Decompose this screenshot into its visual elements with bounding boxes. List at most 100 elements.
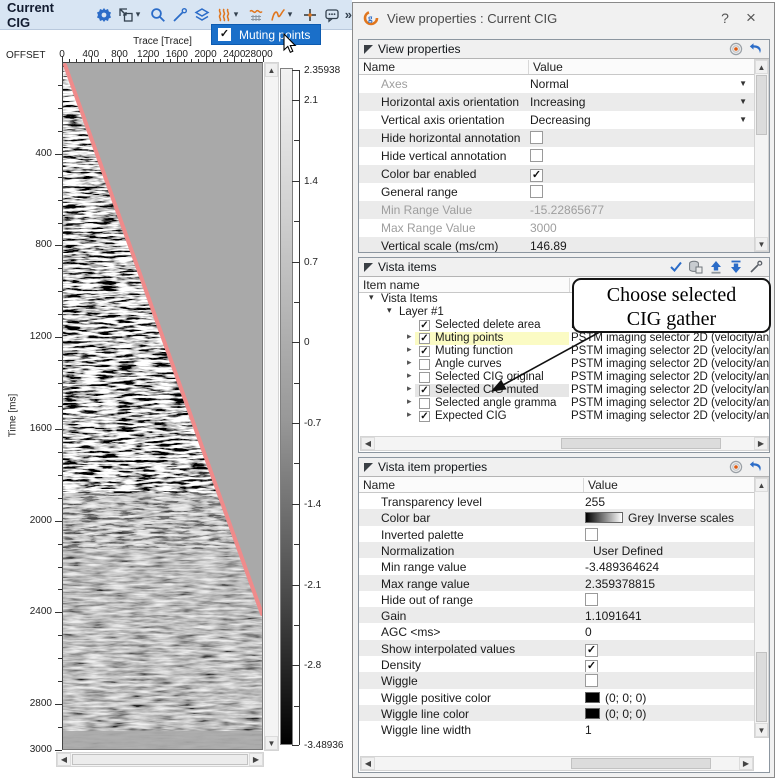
expander-closed-icon[interactable]: ▸ bbox=[407, 396, 412, 407]
crosshair-icon[interactable] bbox=[301, 6, 319, 24]
property-value[interactable]: 255 bbox=[585, 495, 605, 509]
property-value[interactable]: 1.1091641 bbox=[585, 609, 642, 623]
value-checkbox[interactable] bbox=[530, 131, 543, 144]
plot-vertical-scrollbar[interactable]: ▲ ▼ bbox=[264, 62, 279, 751]
item-checkbox[interactable] bbox=[419, 359, 430, 370]
dropdown-caret-icon[interactable]: ▼ bbox=[739, 115, 747, 124]
move-up-icon[interactable] bbox=[707, 259, 724, 275]
property-value[interactable]: 146.89 bbox=[530, 239, 567, 252]
curve-icon[interactable] bbox=[269, 6, 287, 24]
expander-closed-icon[interactable]: ▸ bbox=[407, 344, 412, 355]
property-value[interactable]: Grey Inverse scales bbox=[585, 511, 734, 525]
expander-closed-icon[interactable]: ▸ bbox=[407, 370, 412, 381]
tree-horizontal-scrollbar[interactable]: ◀ ▶ bbox=[360, 436, 769, 451]
property-value[interactable]: Decreasing bbox=[530, 113, 591, 127]
tree-row[interactable]: ▸✓Muting functionPSTM imaging selector 2… bbox=[359, 345, 769, 358]
caret-icon[interactable]: ▾ bbox=[288, 9, 298, 20]
property-value[interactable]: User Defined bbox=[593, 544, 663, 558]
scroll-left-button[interactable]: ◀ bbox=[361, 757, 375, 770]
scroll-right-button[interactable]: ▶ bbox=[739, 757, 753, 770]
plot-horizontal-scrollbar[interactable]: ◀ ▶ bbox=[56, 752, 264, 767]
expander-open-icon[interactable]: ▾ bbox=[369, 293, 374, 303]
colorbar-swatch[interactable] bbox=[585, 512, 623, 523]
property-value[interactable]: ✓ bbox=[585, 658, 598, 673]
value-checkbox[interactable] bbox=[585, 593, 598, 606]
expander-closed-icon[interactable]: ▸ bbox=[407, 383, 412, 394]
target-icon[interactable] bbox=[727, 459, 744, 475]
scroll-right-button[interactable]: ▶ bbox=[249, 753, 263, 766]
scroll-down-button[interactable]: ▼ bbox=[755, 237, 768, 251]
expander-closed-icon[interactable]: ▸ bbox=[407, 331, 412, 342]
value-checkbox[interactable] bbox=[530, 185, 543, 198]
scroll-thumb[interactable] bbox=[72, 754, 248, 765]
expander-closed-icon[interactable]: ▸ bbox=[407, 357, 412, 368]
property-value[interactable]: 0 bbox=[585, 625, 592, 639]
property-value[interactable] bbox=[530, 131, 543, 147]
item-checkbox[interactable]: ✓ bbox=[419, 385, 430, 396]
value-checkbox[interactable] bbox=[585, 528, 598, 541]
color-swatch[interactable] bbox=[585, 692, 600, 703]
scroll-thumb[interactable] bbox=[561, 438, 721, 449]
property-value[interactable] bbox=[530, 185, 543, 201]
move-down-icon[interactable] bbox=[727, 259, 744, 275]
scroll-thumb[interactable] bbox=[756, 75, 767, 135]
mute-waves-icon[interactable] bbox=[215, 6, 233, 24]
scroll-left-button[interactable]: ◀ bbox=[361, 437, 375, 450]
tree-row[interactable]: ▸Selected CIG originalPSTM imaging selec… bbox=[359, 371, 769, 384]
muting-points-checkbox[interactable]: ✓ bbox=[218, 28, 231, 41]
undo-icon[interactable] bbox=[747, 459, 764, 475]
database-icon[interactable] bbox=[687, 259, 704, 275]
comment-icon[interactable] bbox=[323, 6, 341, 24]
value-checkbox[interactable]: ✓ bbox=[585, 644, 598, 657]
value-checkbox[interactable]: ✓ bbox=[530, 169, 543, 182]
property-value[interactable]: ✓ bbox=[585, 642, 598, 657]
item-checkbox[interactable] bbox=[419, 398, 430, 409]
scroll-down-button[interactable]: ▼ bbox=[265, 736, 278, 750]
seismic-image[interactable] bbox=[62, 62, 263, 750]
close-button[interactable]: × bbox=[738, 8, 764, 28]
caret-icon[interactable]: ▾ bbox=[234, 9, 244, 20]
undo-icon[interactable] bbox=[747, 41, 764, 57]
vista-items-header[interactable]: Vista items bbox=[359, 258, 769, 277]
property-value[interactable] bbox=[530, 149, 543, 165]
scroll-thumb[interactable] bbox=[756, 652, 767, 722]
property-value[interactable]: (0; 0; 0) bbox=[585, 691, 646, 705]
item-checkbox[interactable]: ✓ bbox=[419, 320, 430, 331]
dropdown-caret-icon[interactable]: ▼ bbox=[739, 97, 747, 106]
target-icon[interactable] bbox=[727, 41, 744, 57]
property-value[interactable]: -3.489364624 bbox=[585, 560, 659, 574]
expander-closed-icon[interactable]: ▸ bbox=[407, 409, 412, 420]
wave-grid-icon[interactable] bbox=[247, 6, 265, 24]
section-vertical-scrollbar[interactable]: ▲ ▼ bbox=[754, 59, 769, 252]
dropdown-caret-icon[interactable]: ▼ bbox=[739, 79, 747, 88]
property-value[interactable]: 1 bbox=[585, 723, 592, 737]
scroll-right-button[interactable]: ▶ bbox=[754, 437, 768, 450]
property-value[interactable]: ✓ bbox=[530, 167, 543, 182]
section-horizontal-scrollbar[interactable]: ◀ ▶ bbox=[360, 756, 754, 771]
scroll-thumb[interactable] bbox=[571, 758, 711, 769]
item-checkbox[interactable]: ✓ bbox=[419, 411, 430, 422]
pick-icon[interactable] bbox=[747, 259, 764, 275]
tree-row[interactable]: ▸Selected angle grammaPSTM imaging selec… bbox=[359, 397, 769, 410]
expander-open-icon[interactable]: ▾ bbox=[387, 305, 392, 316]
tree-row[interactable]: ▸✓Muting pointsPSTM imaging selector 2D … bbox=[359, 332, 769, 345]
gear-icon[interactable] bbox=[95, 6, 113, 24]
pick-pen-icon[interactable] bbox=[171, 6, 189, 24]
scroll-up-button[interactable]: ▲ bbox=[755, 478, 768, 492]
scroll-up-button[interactable]: ▲ bbox=[265, 63, 278, 77]
view-properties-header[interactable]: View properties bbox=[359, 40, 769, 59]
item-checkbox[interactable]: ✓ bbox=[419, 333, 430, 344]
select-expand-icon[interactable] bbox=[117, 6, 135, 24]
property-value[interactable]: 3000 bbox=[530, 221, 557, 235]
zoom-icon[interactable] bbox=[149, 6, 167, 24]
scroll-up-button[interactable]: ▲ bbox=[755, 60, 768, 74]
value-checkbox[interactable]: ✓ bbox=[585, 660, 598, 673]
property-value[interactable]: -15.22865677 bbox=[530, 203, 604, 217]
property-value[interactable]: Normal bbox=[530, 77, 569, 91]
overflow-icon[interactable]: » bbox=[345, 7, 352, 22]
vista-item-properties-header[interactable]: Vista item properties bbox=[359, 458, 769, 477]
color-swatch[interactable] bbox=[585, 708, 600, 719]
layers-icon[interactable] bbox=[193, 6, 211, 24]
caret-icon[interactable]: ▾ bbox=[136, 9, 146, 20]
scroll-down-button[interactable]: ▼ bbox=[755, 723, 768, 737]
